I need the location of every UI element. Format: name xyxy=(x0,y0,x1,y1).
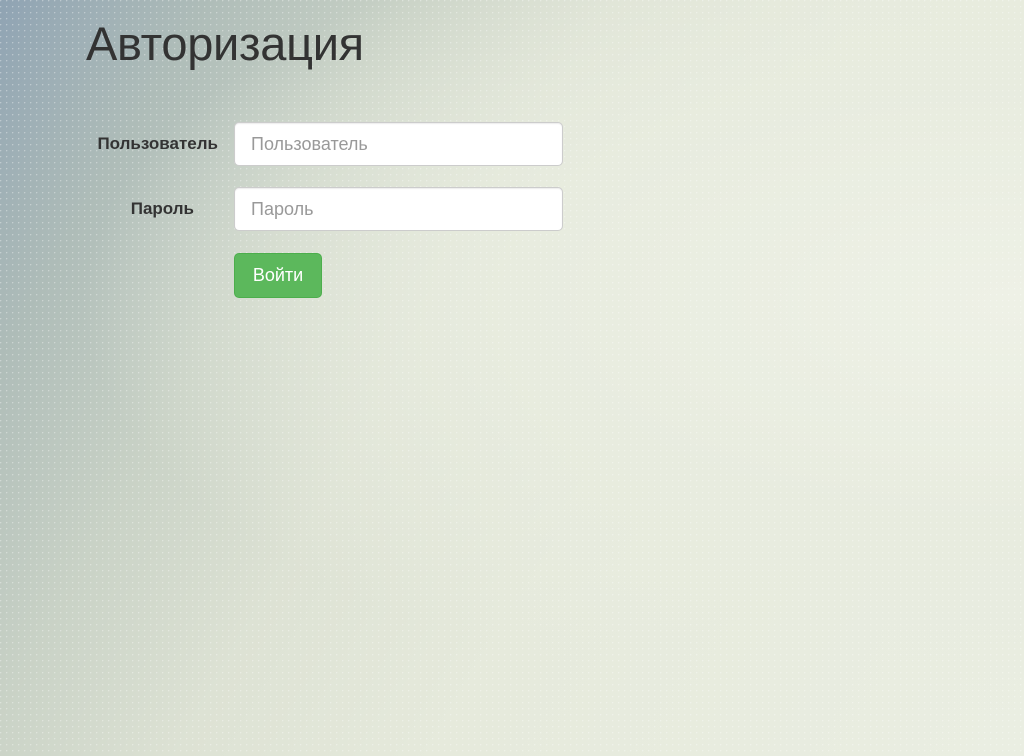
username-label: Пользователь xyxy=(97,134,218,153)
username-input[interactable] xyxy=(234,122,563,166)
password-label: Пароль xyxy=(130,199,194,218)
login-button[interactable]: Войти xyxy=(234,253,322,298)
password-input[interactable] xyxy=(234,187,563,231)
page-title: Авторизация xyxy=(86,17,364,70)
